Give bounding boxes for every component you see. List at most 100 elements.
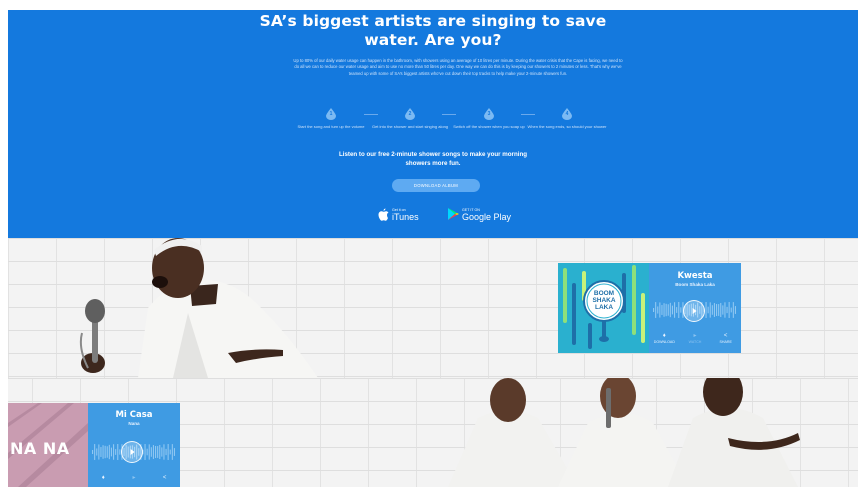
step-1: 1 Start the song and turn up the volume xyxy=(291,108,371,130)
waveform-bar xyxy=(96,448,98,456)
google-play-icon xyxy=(448,208,459,220)
waveform-bar xyxy=(674,302,676,318)
waveform-bar xyxy=(655,302,657,318)
waveform-bar xyxy=(92,450,94,454)
title-line-1: SA’s biggest artists are singing to save xyxy=(259,12,607,30)
waveform-bar xyxy=(732,302,734,318)
waveform-bar xyxy=(720,302,722,318)
waveform-bar xyxy=(165,448,167,456)
waveform-bar xyxy=(108,444,110,460)
waveform-bar xyxy=(171,444,173,460)
song-card-kwesta: BOOM SHAKA LAKA Kwesta Boom Shaka Laka ♦… xyxy=(558,263,741,353)
artist-name: Mi Casa xyxy=(115,410,153,420)
watch-action[interactable]: ▸ WATCH xyxy=(680,333,711,344)
waveform-bar xyxy=(722,305,724,315)
hero-section: SA’s biggest artists are singing to save… xyxy=(8,10,858,238)
waveform-bar xyxy=(106,446,108,458)
waveform-bar xyxy=(653,308,655,312)
play-icon: ▸ xyxy=(693,333,697,339)
waveform-bar xyxy=(730,307,732,313)
waveform-bar xyxy=(728,302,730,318)
share-icon: < xyxy=(162,475,167,481)
tile-band-bottom: NA NA Mi Casa Nana ♦ ▸ < xyxy=(8,378,858,487)
page-title: SA’s biggest artists are singing to save… xyxy=(8,12,858,50)
waveform-bar xyxy=(707,306,709,314)
waveform-bar xyxy=(117,444,119,460)
waveform-bar xyxy=(150,447,152,457)
waveform-bar xyxy=(665,303,667,317)
waveform-bar xyxy=(711,305,713,315)
waveform-bar xyxy=(167,444,169,460)
waveform-bar xyxy=(161,447,163,457)
waveform-bar xyxy=(663,303,665,317)
waveform-bar xyxy=(113,444,115,460)
share-action[interactable]: < SHARE xyxy=(710,333,741,344)
waveform-bar xyxy=(102,445,104,459)
waveform-bar xyxy=(148,444,150,460)
cover-title: BOOM SHAKA LAKA xyxy=(592,290,616,311)
waveform-bar xyxy=(146,448,148,456)
watch-action[interactable]: ▸ xyxy=(119,475,150,482)
step-2: 2 Get into the shower and start singing … xyxy=(370,108,450,130)
itunes-badge[interactable]: Get it on iTunes xyxy=(378,206,432,226)
waveform-bar xyxy=(726,306,728,314)
waveform-bar xyxy=(680,307,682,313)
album-cover-micasa[interactable]: NA NA xyxy=(8,403,88,487)
card-actions: ♦ ▸ < xyxy=(88,475,180,482)
waveform-bar xyxy=(144,444,146,460)
step-3: 3 Switch off the shower when you soap up xyxy=(449,108,529,130)
card-actions: ♦ DOWNLOAD ▸ WATCH < SHARE xyxy=(649,333,741,344)
download-icon: ♦ xyxy=(662,333,666,339)
step-text: Get into the shower and start singing al… xyxy=(371,124,449,129)
waveform-bar xyxy=(705,302,707,318)
waveform-bar xyxy=(724,302,726,318)
waveform-bar xyxy=(169,449,171,455)
waveform-bar xyxy=(678,302,680,318)
waveform-bar xyxy=(157,446,159,458)
intro-paragraph: Up to 80% of our daily water usage can h… xyxy=(293,58,623,76)
listen-text: Listen to our free 2-minute shower songs… xyxy=(338,151,528,167)
play-button[interactable] xyxy=(683,300,705,322)
waveform-bar xyxy=(709,302,711,318)
player-panel-micasa: Mi Casa Nana ♦ ▸ < xyxy=(88,403,180,487)
share-action[interactable]: < xyxy=(149,475,180,482)
waveform-bar xyxy=(152,445,154,459)
download-icon: ♦ xyxy=(101,475,105,481)
share-icon: < xyxy=(723,333,728,339)
title-line-2: water. Are you? xyxy=(364,31,502,49)
cover-title: NA NA xyxy=(10,439,70,458)
waveform-bar xyxy=(104,445,106,459)
waveform-bar xyxy=(98,444,100,460)
artist-name: Kwesta xyxy=(677,271,713,281)
step-text: When the song ends, so should your showe… xyxy=(527,124,607,129)
waveform-bar xyxy=(734,306,736,314)
waveform-bar xyxy=(110,447,112,457)
download-action[interactable]: ♦ xyxy=(88,475,119,482)
waveform-bar xyxy=(100,447,102,457)
song-title: Boom Shaka Laka xyxy=(675,282,715,287)
tile-band-top: BOOM SHAKA LAKA Kwesta Boom Shaka Laka ♦… xyxy=(8,238,858,378)
song-card-micasa: NA NA Mi Casa Nana ♦ ▸ < xyxy=(8,403,180,487)
waveform-bar xyxy=(667,304,669,316)
step-4: 4 When the song ends, so should your sho… xyxy=(527,108,607,130)
step-text: Switch off the shower when you soap up xyxy=(453,124,525,129)
download-album-button[interactable]: DOWNLOAD ALBUM xyxy=(392,179,480,192)
itunes-label: iTunes xyxy=(392,212,419,222)
album-cover-kwesta[interactable]: BOOM SHAKA LAKA xyxy=(558,263,649,353)
water-drop-icon: 4 xyxy=(562,108,572,120)
waveform-bar xyxy=(669,302,671,318)
waveform-bar xyxy=(159,444,161,460)
waveform-bar xyxy=(713,303,715,317)
waveform-bar xyxy=(671,305,673,315)
download-action[interactable]: ♦ DOWNLOAD xyxy=(649,333,680,344)
google-play-badge[interactable]: GET IT ON Google Play xyxy=(448,206,518,226)
google-play-label: Google Play xyxy=(462,212,512,222)
play-button[interactable] xyxy=(121,441,143,463)
waveform-bar xyxy=(163,444,165,460)
waveform-bar xyxy=(676,307,678,313)
waveform-bar xyxy=(94,444,96,460)
step-text: Start the song and turn up the volume xyxy=(297,124,365,129)
artist-photo-kwesta xyxy=(79,238,318,378)
waveform-bar xyxy=(718,304,720,316)
water-drop-icon: 3 xyxy=(484,108,494,120)
